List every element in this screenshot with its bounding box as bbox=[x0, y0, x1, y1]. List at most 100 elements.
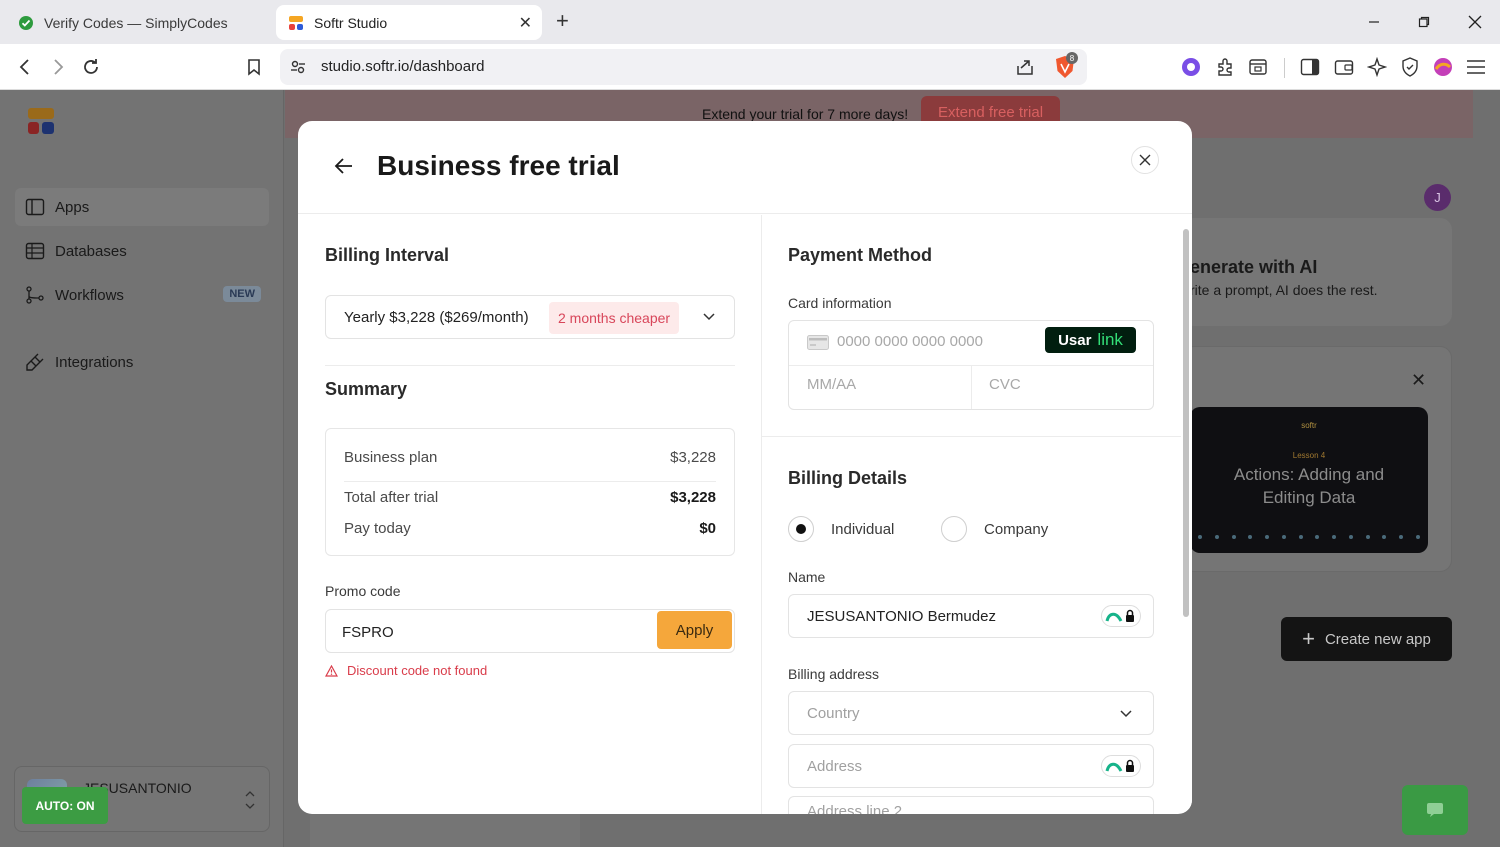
summary-row: Business plan $3,228 bbox=[344, 449, 716, 466]
brave-shield-icon[interactable]: 8 bbox=[1054, 52, 1078, 79]
sidebar-item-label: Apps bbox=[55, 198, 90, 216]
sidebar-item-apps[interactable]: Apps bbox=[15, 188, 269, 226]
card-divider bbox=[971, 365, 972, 409]
back-arrow-icon[interactable] bbox=[332, 154, 356, 178]
reload-icon[interactable] bbox=[78, 54, 104, 80]
sidebar-item-label: Databases bbox=[55, 242, 127, 260]
close-icon[interactable]: ✕ bbox=[1411, 370, 1426, 391]
radio-company[interactable] bbox=[941, 516, 967, 542]
address-bar: studio.softr.io/dashboard 8 bbox=[0, 44, 1500, 90]
tab-softr-studio[interactable]: Softr Studio ✕ bbox=[276, 5, 542, 40]
billing-interval-value: Yearly $3,228 ($269/month) bbox=[344, 309, 529, 326]
sidebar-toggle-icon[interactable] bbox=[1299, 56, 1321, 78]
chevron-down-icon bbox=[1120, 710, 1132, 718]
cvc-input[interactable]: CVC bbox=[989, 376, 1021, 393]
country-select[interactable]: Country bbox=[788, 691, 1154, 735]
close-window-icon[interactable] bbox=[1455, 8, 1495, 36]
sidebar-item-databases[interactable]: Databases bbox=[15, 232, 269, 270]
auto-toggle-button[interactable]: AUTO: ON bbox=[22, 787, 108, 824]
summary-heading: Summary bbox=[325, 379, 408, 399]
toolbar-divider bbox=[1284, 58, 1285, 78]
minimize-icon[interactable] bbox=[1354, 8, 1394, 36]
summary-row: Pay today $0 bbox=[344, 520, 716, 537]
billing-interval-select[interactable]: Yearly $3,228 ($269/month) 2 months chea… bbox=[325, 295, 735, 339]
sidebar-item-label: Integrations bbox=[55, 353, 134, 371]
link-brand-text: link bbox=[1097, 330, 1123, 349]
trial-banner-text: Extend your trial for 7 more days! bbox=[702, 106, 909, 122]
billing-details-heading: Billing Details bbox=[788, 468, 908, 488]
country-placeholder: Country bbox=[807, 705, 860, 722]
create-new-app-button[interactable]: + Create new app bbox=[1281, 617, 1452, 661]
address-line2-placeholder: Address line 2 bbox=[807, 803, 903, 814]
tab-simplycodes[interactable]: Verify Codes — SimplyCodes bbox=[8, 5, 270, 40]
lesson-number: Lesson 4 bbox=[1292, 451, 1326, 460]
chevron-updown-icon bbox=[245, 791, 255, 809]
summary-value: $0 bbox=[699, 520, 716, 537]
promo-error: Discount code not found bbox=[325, 663, 487, 678]
close-tab-icon[interactable]: ✕ bbox=[519, 13, 532, 33]
back-icon[interactable] bbox=[12, 54, 38, 80]
expiry-input[interactable]: MM/AA bbox=[807, 376, 856, 393]
url-field[interactable]: studio.softr.io/dashboard 8 bbox=[280, 49, 1087, 85]
softr-icon bbox=[289, 15, 303, 30]
summary-divider bbox=[344, 481, 716, 482]
vpn-extension-icon[interactable] bbox=[1180, 56, 1202, 78]
use-link-button[interactable]: Usar link bbox=[1045, 327, 1136, 353]
profile-icon[interactable] bbox=[1432, 56, 1454, 78]
url-text: studio.softr.io/dashboard bbox=[321, 58, 485, 75]
scrollbar-thumb[interactable] bbox=[1183, 229, 1189, 617]
password-manager-icon[interactable] bbox=[1101, 605, 1141, 627]
radio-label: Company bbox=[984, 521, 1049, 538]
leo-ai-icon[interactable] bbox=[1366, 56, 1388, 78]
summary-value: $3,228 bbox=[670, 449, 716, 466]
password-manager-icon[interactable] bbox=[1101, 755, 1141, 777]
browser-tab-bar: Verify Codes — SimplyCodes Softr Studio … bbox=[0, 0, 1500, 44]
card-number-input[interactable]: 0000 0000 0000 0000 bbox=[837, 333, 983, 350]
payment-column: Payment Method Card information 0000 000… bbox=[761, 215, 1182, 814]
menu-icon[interactable] bbox=[1465, 56, 1487, 78]
address-field[interactable]: Address bbox=[788, 744, 1154, 788]
apply-button[interactable]: Apply bbox=[657, 611, 732, 649]
summary-row: Total after trial $3,228 bbox=[344, 489, 716, 506]
share-icon[interactable] bbox=[1015, 58, 1035, 76]
modal-header: Business free trial bbox=[298, 121, 1192, 214]
name-value: JESUSANTONIO Bermudez bbox=[807, 608, 996, 625]
billing-interval-heading: Billing Interval bbox=[325, 245, 450, 265]
ai-card-title: enerate with AI bbox=[1190, 257, 1318, 277]
apps-icon bbox=[25, 198, 45, 216]
extensions-icon[interactable] bbox=[1214, 56, 1236, 78]
workflow-icon bbox=[26, 286, 44, 304]
name-field[interactable]: JESUSANTONIO Bermudez bbox=[788, 594, 1154, 638]
simplycodes-icon bbox=[19, 15, 33, 30]
close-modal-button[interactable] bbox=[1131, 146, 1159, 174]
sidebar-item-integrations[interactable]: Integrations bbox=[15, 343, 269, 381]
shield-count-badge: 8 bbox=[1066, 52, 1078, 64]
sidebar-item-workflows[interactable]: Workflows NEW bbox=[15, 276, 269, 314]
link-usar-text: Usar bbox=[1058, 331, 1092, 349]
payment-method-heading: Payment Method bbox=[788, 245, 933, 265]
new-tab-icon[interactable]: + bbox=[556, 9, 569, 33]
privacy-shield-icon[interactable] bbox=[1399, 56, 1421, 78]
wallet-icon[interactable] bbox=[1333, 56, 1355, 78]
radio-label: Individual bbox=[831, 521, 895, 538]
forward-icon[interactable] bbox=[45, 54, 71, 80]
sidebar-item-label: Workflows bbox=[55, 286, 124, 304]
radio-individual[interactable] bbox=[788, 516, 814, 542]
site-settings-icon[interactable] bbox=[290, 59, 306, 75]
bookmark-icon[interactable] bbox=[241, 54, 267, 80]
plus-icon: + bbox=[1302, 626, 1315, 651]
chat-support-button[interactable] bbox=[1402, 785, 1468, 835]
lesson-brand: softr bbox=[1301, 421, 1317, 430]
section-divider bbox=[762, 436, 1182, 437]
address-line2-field[interactable]: Address line 2 bbox=[788, 796, 1154, 814]
avatar[interactable]: J bbox=[1424, 184, 1451, 211]
tab-title: Verify Codes — SimplyCodes bbox=[44, 14, 228, 31]
tab-title: Softr Studio bbox=[314, 14, 388, 31]
lesson-video-thumbnail[interactable]: softr Lesson 4 Actions: Adding and Editi… bbox=[1190, 407, 1428, 553]
database-icon bbox=[25, 242, 45, 260]
order-summary-column: Billing Interval Yearly $3,228 ($269/mon… bbox=[298, 215, 761, 814]
warning-icon bbox=[325, 664, 338, 677]
lesson-title: Actions: Adding and Editing Data bbox=[1190, 463, 1428, 509]
tab-search-icon[interactable] bbox=[1247, 56, 1269, 78]
restore-icon[interactable] bbox=[1404, 8, 1444, 36]
